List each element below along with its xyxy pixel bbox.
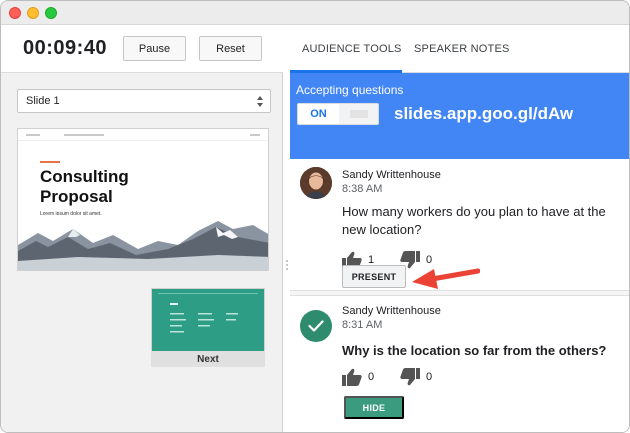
slide-header-strip (18, 129, 268, 141)
mountains-image (18, 215, 268, 270)
question-card: Sandy Writtenhouse 8:31 AM Why is the lo… (290, 295, 629, 432)
presenter-view-window: 00:09:40 Pause Reset Slide 1 Consulting … (0, 0, 630, 433)
red-arrow-icon (412, 268, 480, 289)
downvote[interactable]: 0 (400, 368, 432, 386)
question-text: Why is the location so far from the othe… (342, 343, 607, 358)
avatar (300, 167, 332, 199)
pause-button[interactable]: Pause (123, 36, 186, 61)
slides-pane: 00:09:40 Pause Reset Slide 1 Consulting … (1, 25, 283, 432)
next-slide-thumbnail[interactable] (151, 288, 265, 352)
upvote-count: 0 (368, 371, 375, 383)
tools-tabs: AUDIENCE TOOLS SPEAKER NOTES (290, 25, 629, 73)
title-bar (1, 1, 629, 25)
pane-resize-handle[interactable] (285, 259, 289, 271)
next-slide-label: Next (151, 351, 265, 367)
next-slide-content (158, 293, 258, 333)
question-author: Sandy Writtenhouse (342, 169, 441, 181)
question-text: How many workers do you plan to have at … (342, 204, 606, 237)
slide-accent-bar (40, 161, 60, 163)
thumbs-up-icon (342, 368, 362, 386)
tools-pane: AUDIENCE TOOLS SPEAKER NOTES Accepting q… (290, 25, 629, 432)
slide-title: Consulting Proposal (40, 167, 129, 206)
question-author: Sandy Writtenhouse (342, 305, 441, 317)
question-time: 8:31 AM (342, 319, 383, 331)
reset-button[interactable]: Reset (199, 36, 262, 61)
accept-questions-toggle[interactable]: ON (297, 103, 379, 125)
minimize-window-icon[interactable] (27, 7, 39, 19)
qa-url[interactable]: slides.app.goo.gl/dAw (394, 104, 573, 124)
zoom-window-icon[interactable] (45, 7, 57, 19)
qa-status-label: Accepting questions (296, 83, 404, 97)
slide-select[interactable]: Slide 1 (17, 89, 271, 113)
present-button[interactable]: PRESENT (342, 265, 406, 288)
timer-bar: 00:09:40 Pause Reset (1, 25, 283, 73)
answered-check-icon (300, 310, 332, 342)
qa-banner: Accepting questions ON slides.app.goo.gl… (290, 73, 629, 159)
hide-button[interactable]: HIDE (344, 396, 404, 419)
upvote[interactable]: 0 (342, 368, 374, 386)
downvote-count: 0 (426, 371, 433, 383)
current-slide-thumbnail[interactable]: Consulting Proposal Lorem ipsum dolor si… (17, 128, 269, 271)
select-arrows-icon (257, 96, 263, 107)
question-card: Sandy Writtenhouse 8:38 AM How many work… (290, 159, 629, 291)
thumbs-down-icon (400, 368, 420, 386)
elapsed-timer: 00:09:40 (23, 37, 108, 59)
slide-select-value: Slide 1 (26, 95, 60, 107)
close-window-icon[interactable] (9, 7, 21, 19)
tab-audience-tools[interactable]: AUDIENCE TOOLS (302, 43, 402, 55)
toggle-on-label: ON (298, 104, 339, 124)
tab-speaker-notes[interactable]: SPEAKER NOTES (414, 43, 510, 55)
toggle-off-slot (350, 110, 368, 118)
question-time: 8:38 AM (342, 183, 383, 195)
